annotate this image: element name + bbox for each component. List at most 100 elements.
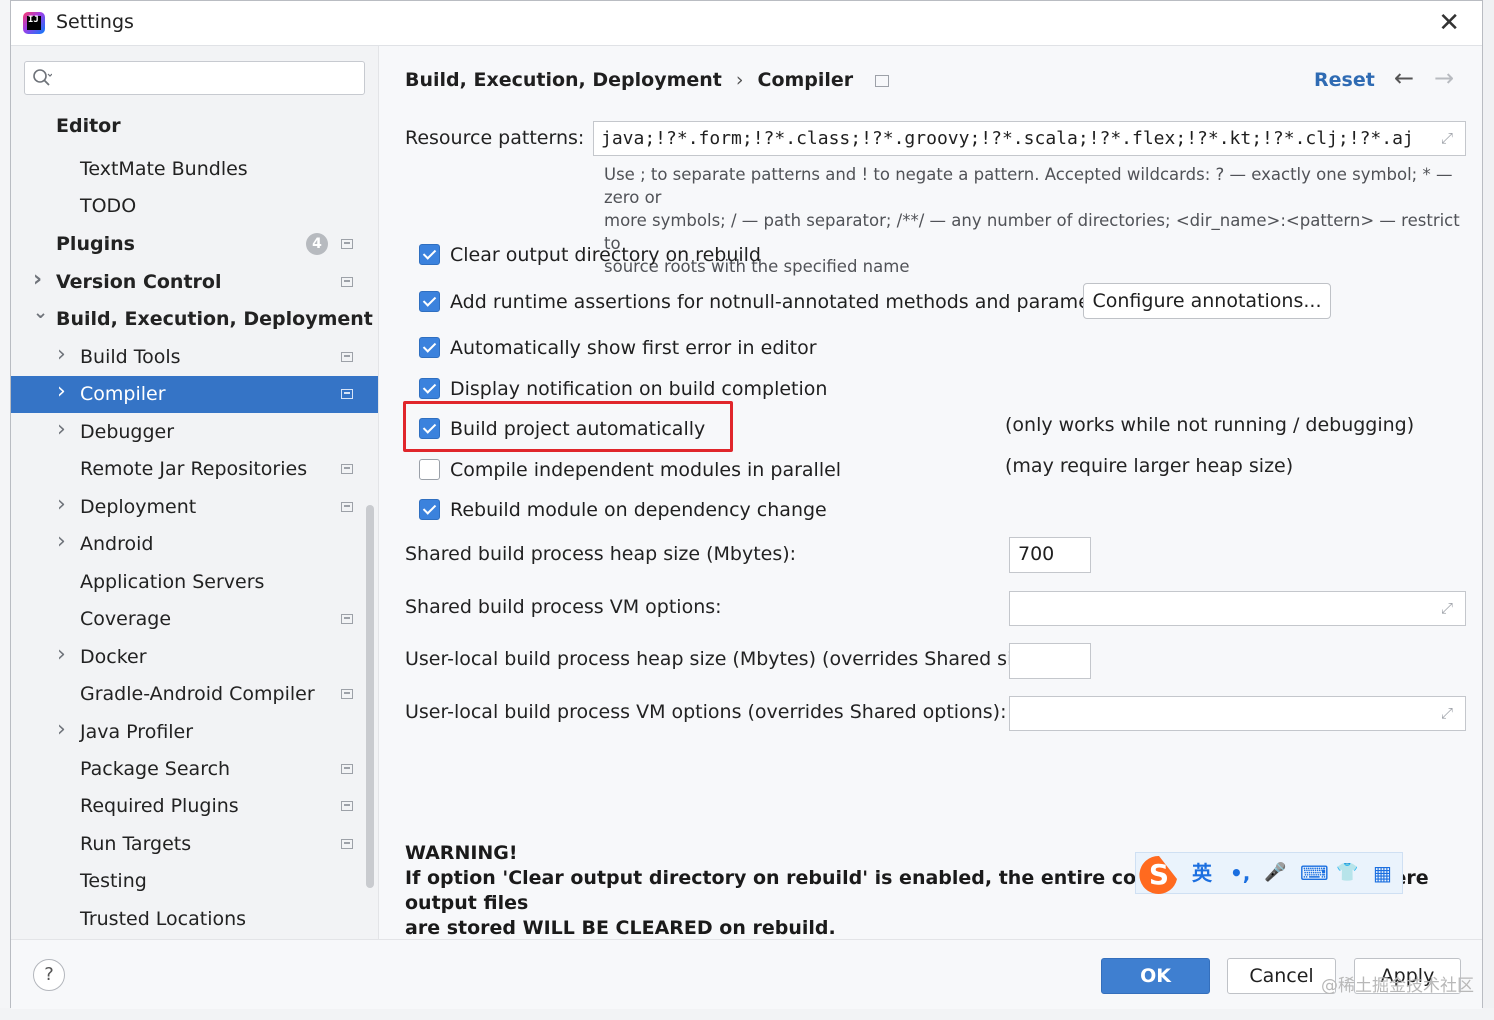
checkbox-label[interactable]: Rebuild module on dependency change bbox=[450, 495, 827, 525]
user-heap-label: User-local build process heap size (Mbyt… bbox=[405, 648, 1048, 670]
breadcrumb-current: Compiler bbox=[757, 69, 854, 91]
sidebar-item-version-control[interactable]: › Version Control bbox=[11, 264, 378, 301]
chevron-right-icon[interactable]: › bbox=[57, 344, 69, 366]
chevron-right-icon[interactable]: › bbox=[57, 381, 69, 403]
sidebar-item-docker[interactable]: › Docker bbox=[11, 639, 378, 676]
sidebar-item-java-profiler[interactable]: › Java Profiler bbox=[11, 714, 378, 751]
configure-annotations-button[interactable]: Configure annotations... bbox=[1083, 283, 1331, 319]
shared-vm-input[interactable]: ⤢ bbox=[1009, 591, 1466, 626]
sidebar-item-label: Package Search bbox=[80, 758, 231, 780]
expand-icon[interactable]: ⤢ bbox=[1441, 600, 1457, 616]
reset-link[interactable]: Reset bbox=[1314, 69, 1375, 91]
sidebar-scrollbar[interactable] bbox=[366, 505, 374, 888]
sidebar-item-coverage[interactable]: Coverage bbox=[11, 601, 378, 638]
chevron-right-icon[interactable]: › bbox=[33, 269, 45, 291]
language-toggle[interactable]: 英 bbox=[1192, 861, 1212, 885]
forward-arrow-icon[interactable]: → bbox=[1434, 64, 1454, 92]
user-heap-input[interactable] bbox=[1009, 643, 1091, 679]
sidebar-item-todo[interactable]: TODO bbox=[11, 188, 378, 225]
keyboard-icon[interactable]: ⌨ bbox=[1300, 861, 1329, 885]
checkbox-checked-icon[interactable] bbox=[419, 244, 440, 265]
sidebar-item-label: Deployment bbox=[80, 496, 197, 518]
sidebar-item-application-servers[interactable]: Application Servers bbox=[11, 564, 378, 601]
checkbox-checked-icon[interactable] bbox=[419, 378, 440, 399]
sidebar-item-android[interactable]: › Android bbox=[11, 526, 378, 563]
expand-icon[interactable]: ⤢ bbox=[1441, 705, 1457, 721]
sidebar-item-testing[interactable]: Testing bbox=[11, 863, 378, 900]
sidebar-item-gradle-android-compiler[interactable]: Gradle-Android Compiler bbox=[11, 676, 378, 713]
checkbox-label[interactable]: Automatically show first error in editor bbox=[450, 333, 817, 363]
shared-heap-label: Shared build process heap size (Mbytes): bbox=[405, 543, 797, 565]
checkbox-checked-icon[interactable] bbox=[419, 291, 440, 312]
sidebar-item-label: Remote Jar Repositories bbox=[80, 458, 308, 480]
compiler-settings-panel: Build, Execution, Deployment › Compiler Re… bbox=[379, 46, 1482, 939]
chevron-right-icon[interactable]: › bbox=[57, 719, 69, 741]
expand-icon[interactable]: ⤢ bbox=[1441, 130, 1457, 146]
sidebar-item-label: Build Tools bbox=[80, 346, 181, 368]
sidebar-item-remote-jar-repositories[interactable]: Remote Jar Repositories bbox=[11, 451, 378, 488]
project-scope-icon bbox=[341, 352, 353, 362]
checkbox-label[interactable]: Display notification on build completion bbox=[450, 374, 827, 404]
sidebar-item-plugins[interactable]: Plugins 4 bbox=[11, 226, 378, 263]
checkbox-label[interactable]: Compile independent modules in parallel bbox=[450, 455, 841, 485]
microphone-icon[interactable]: 🎤 bbox=[1264, 861, 1286, 885]
intellij-app-icon: IJ bbox=[23, 12, 45, 34]
skin-icon[interactable]: 👕 bbox=[1336, 861, 1358, 885]
breadcrumb-separator: › bbox=[735, 69, 744, 91]
project-scope-icon bbox=[341, 801, 353, 811]
sidebar-item-label: Version Control bbox=[56, 271, 222, 293]
chevron-down-icon[interactable]: ⌄ bbox=[33, 304, 48, 322]
sidebar-item-build-tools[interactable]: › Build Tools bbox=[11, 339, 378, 376]
chevron-right-icon[interactable]: › bbox=[57, 531, 69, 553]
project-scope-icon bbox=[341, 689, 353, 699]
settings-search-input[interactable] bbox=[24, 61, 365, 95]
sidebar-item-debugger[interactable]: › Debugger bbox=[11, 414, 378, 451]
sidebar-item-label: Android bbox=[80, 533, 154, 555]
checkbox-checked-icon[interactable] bbox=[419, 499, 440, 520]
close-icon[interactable]: ✕ bbox=[1438, 8, 1460, 38]
chevron-right-icon[interactable]: › bbox=[57, 644, 69, 666]
sidebar-item-run-targets[interactable]: Run Targets bbox=[11, 826, 378, 863]
ime-toolbar[interactable]: S 英 •, 🎤 ⌨ 👕 ▦ bbox=[1135, 852, 1403, 894]
sidebar-item-required-plugins[interactable]: Required Plugins bbox=[11, 788, 378, 825]
sogou-logo-icon[interactable]: S bbox=[1136, 853, 1182, 895]
project-scope-icon bbox=[341, 464, 353, 474]
checkbox-label[interactable]: Add runtime assertions for notnull-annot… bbox=[450, 287, 1127, 317]
project-scope-icon bbox=[341, 502, 353, 512]
sidebar-item-label: Required Plugins bbox=[80, 795, 239, 817]
checkbox-unchecked-icon[interactable] bbox=[419, 459, 440, 480]
sidebar-item-package-search[interactable]: Package Search bbox=[11, 751, 378, 788]
sidebar-item-trusted-locations[interactable]: Trusted Locations bbox=[11, 901, 378, 938]
checkbox-checked-icon[interactable] bbox=[419, 337, 440, 358]
user-vm-input[interactable]: ⤢ bbox=[1009, 696, 1466, 731]
sidebar-item-build-execution-deployment[interactable]: ⌄ Build, Execution, Deployment bbox=[11, 301, 378, 338]
shared-heap-value: 700 bbox=[1018, 543, 1055, 565]
chevron-right-icon[interactable]: › bbox=[57, 419, 69, 441]
sidebar-item-textmate-bundles[interactable]: TextMate Bundles bbox=[11, 151, 378, 188]
toolbox-icon[interactable]: ▦ bbox=[1373, 861, 1392, 885]
sidebar-item-label: Run Targets bbox=[80, 833, 192, 855]
warning-line: are stored WILL BE CLEARED on rebuild. bbox=[405, 917, 836, 939]
project-scope-icon bbox=[341, 764, 353, 774]
sidebar-item-editor[interactable]: Editor bbox=[11, 108, 378, 145]
cancel-button[interactable]: Cancel bbox=[1227, 958, 1336, 994]
back-arrow-icon[interactable]: ← bbox=[1394, 64, 1414, 92]
punctuation-icon[interactable]: •, bbox=[1230, 861, 1250, 885]
sidebar-item-label: Gradle-Android Compiler bbox=[80, 683, 315, 705]
sidebar-item-label: Java Profiler bbox=[80, 721, 194, 743]
title-bar: IJ Settings ✕ bbox=[11, 1, 1482, 46]
project-scope-icon bbox=[341, 839, 353, 849]
chevron-right-icon[interactable]: › bbox=[57, 494, 69, 516]
sidebar-item-compiler[interactable]: › Compiler bbox=[11, 376, 378, 413]
background-window-edge-right bbox=[1483, 0, 1494, 1020]
updates-count-badge: 4 bbox=[306, 233, 328, 255]
resource-patterns-field[interactable]: java;!?*.form;!?*.class;!?*.groovy;!?*.s… bbox=[593, 121, 1466, 156]
ok-button[interactable]: OK bbox=[1101, 958, 1210, 994]
help-button[interactable]: ? bbox=[33, 959, 65, 991]
checkbox-label[interactable]: Clear output directory on rebuild bbox=[450, 240, 761, 270]
sidebar-item-deployment[interactable]: › Deployment bbox=[11, 489, 378, 526]
breadcrumb-parent[interactable]: Build, Execution, Deployment bbox=[405, 69, 722, 91]
project-scope-icon bbox=[341, 389, 353, 399]
sidebar-item-label: Coverage bbox=[80, 608, 172, 630]
shared-heap-input[interactable]: 700 bbox=[1009, 537, 1091, 573]
